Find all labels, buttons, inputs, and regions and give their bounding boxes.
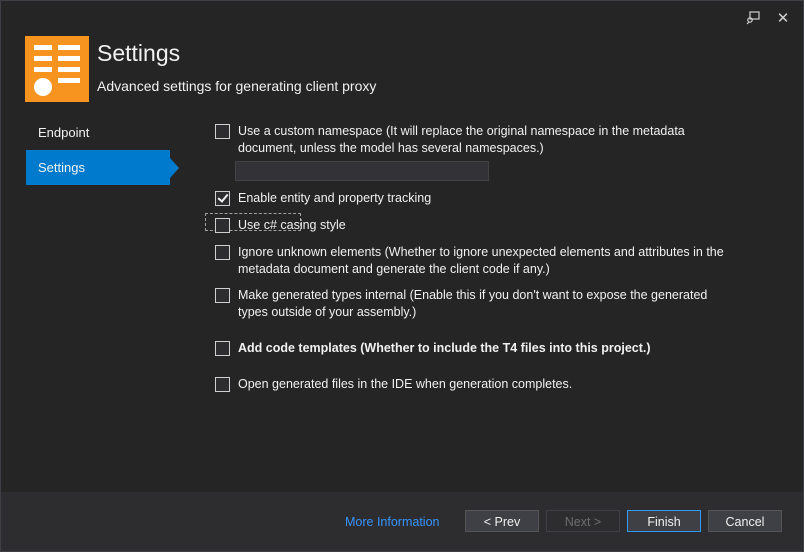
finish-button[interactable]: Finish [627,510,701,532]
next-button[interactable]: Next > [546,510,620,532]
code-templates-checkbox[interactable] [215,341,230,356]
custom-namespace-checkbox[interactable] [215,124,230,139]
option-custom-namespace[interactable]: Use a custom namespace (It will replace … [215,123,738,157]
internal-types-label: Make generated types internal (Enable th… [238,288,708,319]
internal-types-checkbox[interactable] [215,288,230,303]
close-icon[interactable]: ✕ [775,10,791,27]
option-tracking[interactable]: Enable entity and property tracking [215,190,738,207]
cancel-button[interactable]: Cancel [708,510,782,532]
ignore-unknown-checkbox[interactable] [215,245,230,260]
option-casing[interactable]: Use c# casing style [215,217,738,234]
page-subtitle: Advanced settings for generating client … [97,78,377,94]
ignore-unknown-label: Ignore unknown elements (Whether to igno… [238,245,724,276]
tracking-checkbox[interactable] [215,191,230,206]
option-ignore-unknown[interactable]: Ignore unknown elements (Whether to igno… [215,244,738,278]
option-open-files[interactable]: Open generated files in the IDE when gen… [215,376,738,393]
option-internal-types[interactable]: Make generated types internal (Enable th… [215,287,738,321]
open-files-checkbox[interactable] [215,377,230,392]
more-information-link[interactable]: More Information [345,515,439,529]
casing-checkbox[interactable] [215,218,230,233]
custom-namespace-label: Use a custom namespace (It will replace … [238,124,685,155]
feedback-icon[interactable] [745,10,761,26]
code-templates-label: Add code templates (Whether to include t… [238,341,651,355]
settings-list-icon [25,36,89,102]
prev-button[interactable]: < Prev [465,510,539,532]
selection-arrow [170,158,179,178]
option-code-templates[interactable]: Add code templates (Whether to include t… [215,340,738,357]
sidebar-item-settings[interactable]: Settings [26,150,170,185]
open-files-label: Open generated files in the IDE when gen… [238,377,573,391]
sidebar-item-endpoint[interactable]: Endpoint [26,115,170,150]
page-title: Settings [97,40,181,66]
casing-label: Use c# casing style [238,218,346,232]
namespace-input[interactable] [235,161,489,181]
tracking-label: Enable entity and property tracking [238,191,432,205]
